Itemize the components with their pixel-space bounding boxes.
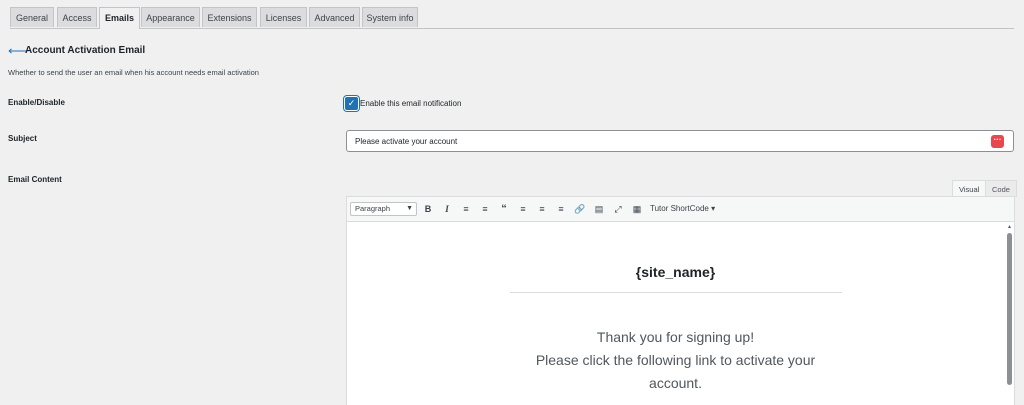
editor-toolbar: Paragraph ▼ B I ≡ ≡ “ ≡ ≡ ≡ 🔗 ▤ ⤢ ▦ Tutor… [347,197,1014,222]
align-right-icon[interactable]: ≡ [555,203,567,215]
subject-input[interactable]: Please activate your account ··· [346,130,1014,152]
tutor-shortcode-menu[interactable]: Tutor ShortCode ▾ [650,203,715,215]
editor-scrollbar[interactable]: ▲ [1005,222,1014,405]
paragraph-format-value: Paragraph [355,204,391,213]
scrollbar-thumb[interactable] [1007,233,1012,385]
fullscreen-icon[interactable]: ⤢ [612,203,624,215]
chevron-down-icon: ▼ [406,205,413,212]
enable-notification-label[interactable]: Enable this email notification [360,99,461,108]
page-description: Whether to send the user an email when h… [8,68,259,77]
tab-system-info[interactable]: System info [362,7,418,27]
tab-advanced[interactable]: Advanced [309,7,360,27]
tab-visual[interactable]: Visual [952,180,987,197]
tab-extensions[interactable]: Extensions [202,7,257,27]
scroll-up-icon[interactable]: ▲ [1007,224,1012,230]
settings-tab-bar: General Access Emails Appearance Extensi… [10,7,1014,29]
email-body-message: Thank you for signing up! Please click t… [347,326,1004,395]
email-content-editor: Paragraph ▼ B I ≡ ≡ “ ≡ ≡ ≡ 🔗 ▤ ⤢ ▦ Tutor… [346,196,1015,405]
read-more-icon[interactable]: ▤ [593,203,605,215]
email-body-line: Please click the following link to activ… [535,352,816,368]
blockquote-icon[interactable]: “ [498,203,510,215]
bold-icon[interactable]: B [422,203,434,215]
subject-label: Subject [8,134,37,143]
numbered-list-icon[interactable]: ≡ [479,203,491,215]
divider [510,292,842,293]
editor-content[interactable]: {site_name} Thank you for signing up! Pl… [347,222,1014,405]
email-content-label: Email Content [8,175,62,184]
enable-notification-checkbox[interactable]: ✓ [345,97,358,110]
subject-input-value: Please activate your account [355,137,458,146]
checkmark-icon: ✓ [347,98,356,108]
tab-emails[interactable]: Emails [99,7,140,29]
email-body-line: Thank you for signing up! [596,329,755,345]
enable-disable-label: Enable/Disable [8,98,65,107]
email-body-line: account. [649,375,702,391]
email-body-title: {site_name} [635,264,716,280]
tab-access[interactable]: Access [57,7,97,27]
more-options-icon[interactable]: ··· [991,135,1004,148]
left-arrow-icon[interactable]: ⟵ [8,43,27,59]
tab-licenses[interactable]: Licenses [260,7,307,27]
italic-icon[interactable]: I [441,203,453,215]
tab-general[interactable]: General [10,7,54,27]
page-title: Account Activation Email [25,45,146,56]
bullet-list-icon[interactable]: ≡ [460,203,472,215]
align-left-icon[interactable]: ≡ [517,203,529,215]
link-icon[interactable]: 🔗 [574,203,586,215]
paragraph-format-select[interactable]: Paragraph ▼ [350,202,417,216]
tab-code[interactable]: Code [985,180,1017,197]
toolbar-toggle-icon[interactable]: ▦ [631,203,643,215]
tab-appearance[interactable]: Appearance [141,7,200,27]
align-center-icon[interactable]: ≡ [536,203,548,215]
